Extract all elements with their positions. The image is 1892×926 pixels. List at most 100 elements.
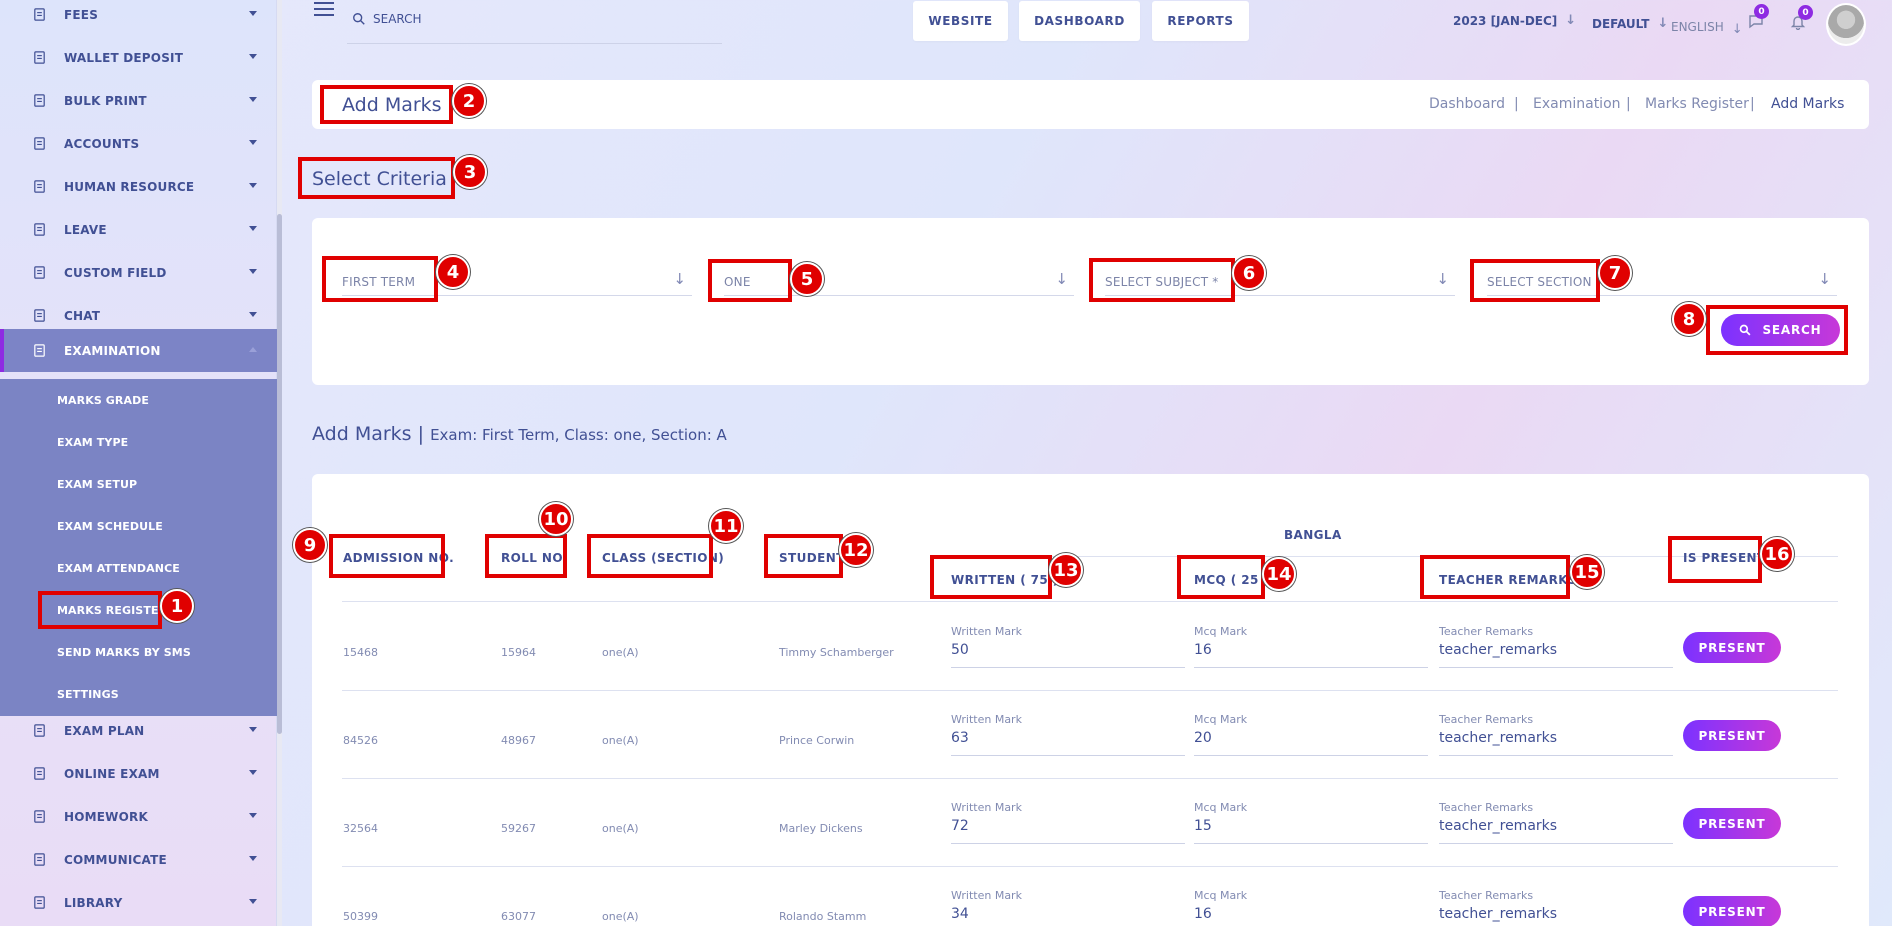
submenu-exam-attendance[interactable]: EXAM ATTENDANCE bbox=[57, 562, 180, 575]
table-header-divider bbox=[342, 601, 1838, 602]
sidebar-scroll-thumb[interactable] bbox=[277, 214, 282, 734]
teacher-remarks-underline bbox=[1439, 755, 1673, 756]
reports-button[interactable]: REPORTS bbox=[1152, 1, 1249, 41]
sidebar-item-label: EXAM PLAN bbox=[64, 723, 145, 738]
written-mark-input[interactable]: 50 bbox=[951, 642, 969, 658]
submenu-send-marks-by-sms[interactable]: SEND MARKS BY SMS bbox=[57, 646, 191, 659]
mcq-mark-input[interactable]: 15 bbox=[1194, 818, 1212, 834]
breadcrumb-dashboard[interactable]: Dashboard bbox=[1429, 96, 1505, 112]
breadcrumb-add-marks: Add Marks bbox=[1771, 96, 1845, 112]
written-mark-label: Written Mark bbox=[951, 625, 1022, 638]
sidebar-item-label: HOMEWORK bbox=[64, 809, 148, 824]
sidebar-item-label: FEES bbox=[64, 7, 99, 22]
highlight-box bbox=[1470, 259, 1600, 302]
highlight-box bbox=[587, 534, 713, 578]
arrow-down-icon: ↓ bbox=[1818, 270, 1831, 288]
sidebar-item-label: LEAVE bbox=[64, 222, 107, 237]
class-section-cell: one(A) bbox=[602, 822, 639, 835]
website-button[interactable]: WEBSITE bbox=[913, 1, 1008, 41]
written-mark-underline bbox=[951, 667, 1185, 668]
highlight-box bbox=[1420, 555, 1570, 599]
examination-submenu: MARKS GRADE EXAM TYPE EXAM SETUP EXAM SC… bbox=[0, 379, 277, 716]
sidebar-item-bulk-print[interactable]: BULK PRINT bbox=[0, 79, 277, 122]
annotation-number: 16 bbox=[1760, 537, 1794, 571]
submenu-exam-setup[interactable]: EXAM SETUP bbox=[57, 478, 137, 491]
written-mark-label: Written Mark bbox=[951, 801, 1022, 814]
written-mark-input[interactable]: 63 bbox=[951, 730, 969, 746]
submenu-exam-type[interactable]: EXAM TYPE bbox=[57, 436, 128, 449]
messages-badge: 0 bbox=[1754, 4, 1769, 19]
breadcrumb-marks-register[interactable]: Marks Register bbox=[1645, 96, 1749, 112]
sidebar-item-library[interactable]: LIBRARY bbox=[0, 881, 277, 924]
written-mark-input[interactable]: 72 bbox=[951, 818, 969, 834]
highlight-box bbox=[1706, 305, 1848, 355]
submenu-marks-grade[interactable]: MARKS GRADE bbox=[57, 394, 149, 407]
teacher-remarks-input[interactable]: teacher_remarks bbox=[1439, 642, 1557, 658]
admission-no-cell: 15468 bbox=[343, 646, 378, 659]
sidebar-item-online-exam[interactable]: ONLINE EXAM bbox=[0, 752, 277, 795]
annotation-number: 12 bbox=[839, 533, 873, 567]
mcq-mark-input[interactable]: 16 bbox=[1194, 906, 1212, 922]
mcq-mark-label: Mcq Mark bbox=[1194, 625, 1248, 638]
sidebar-item-accounts[interactable]: ACCOUNTS bbox=[0, 122, 277, 165]
annotation-number: 9 bbox=[293, 528, 327, 562]
language-select[interactable]: ENGLISH ↓ bbox=[1671, 16, 1743, 38]
theme-select[interactable]: DEFAULT ↓ bbox=[1592, 16, 1668, 31]
sidebar-item-communicate[interactable]: COMMUNICATE bbox=[0, 838, 277, 881]
sidebar-item-examination[interactable]: EXAMINATION bbox=[0, 329, 277, 372]
student-name-cell: Timmy Schamberger bbox=[779, 646, 894, 659]
present-toggle-button[interactable]: PRESENT bbox=[1683, 896, 1781, 926]
sidebar-scrollbar[interactable] bbox=[277, 0, 282, 926]
sidebar-item-leave[interactable]: LEAVE bbox=[0, 208, 277, 251]
present-toggle-button[interactable]: PRESENT bbox=[1683, 632, 1781, 663]
teacher-remarks-label: Teacher Remarks bbox=[1439, 889, 1534, 902]
breadcrumb-examination[interactable]: Examination bbox=[1533, 96, 1621, 112]
arrow-down-icon: ↓ bbox=[1436, 270, 1449, 288]
session-select[interactable]: 2023 [JAN-DEC] ↓ bbox=[1453, 13, 1576, 28]
student-name-cell: Marley Dickens bbox=[779, 822, 863, 835]
chevron-down-icon bbox=[249, 312, 257, 317]
teacher-remarks-underline bbox=[1439, 667, 1673, 668]
fees-icon bbox=[30, 7, 48, 23]
teacher-remarks-input[interactable]: teacher_remarks bbox=[1439, 906, 1557, 922]
sidebar-item-custom-field[interactable]: CUSTOM FIELD bbox=[0, 251, 277, 294]
dashboard-button[interactable]: DASHBOARD bbox=[1019, 1, 1140, 41]
sidebar-item-homework[interactable]: HOMEWORK bbox=[0, 795, 277, 838]
chevron-down-icon bbox=[249, 183, 257, 188]
teacher-remarks-input[interactable]: teacher_remarks bbox=[1439, 730, 1557, 746]
admission-no-cell: 50399 bbox=[343, 910, 378, 923]
sidebar-item-fees[interactable]: FEES bbox=[0, 0, 277, 36]
mcq-mark-input[interactable]: 20 bbox=[1194, 730, 1212, 746]
mcq-mark-label: Mcq Mark bbox=[1194, 889, 1248, 902]
sidebar-item-label: LIBRARY bbox=[64, 895, 123, 910]
highlight-box bbox=[298, 157, 455, 199]
submenu-settings[interactable]: SETTINGS bbox=[57, 688, 119, 701]
sidebar-item-exam-plan[interactable]: EXAM PLAN bbox=[0, 709, 277, 752]
chevron-down-icon bbox=[249, 226, 257, 231]
search-input[interactable] bbox=[373, 9, 673, 29]
highlight-box bbox=[320, 85, 453, 124]
sidebar-item-label: EXAMINATION bbox=[64, 343, 161, 358]
hamburger-menu-icon[interactable] bbox=[314, 2, 334, 18]
search-bar bbox=[347, 8, 722, 44]
mcq-mark-input[interactable]: 16 bbox=[1194, 642, 1212, 658]
sidebar-item-label: COMMUNICATE bbox=[64, 852, 167, 867]
user-avatar[interactable] bbox=[1826, 3, 1866, 46]
teacher-remarks-input[interactable]: teacher_remarks bbox=[1439, 818, 1557, 834]
submenu-exam-schedule[interactable]: EXAM SCHEDULE bbox=[57, 520, 163, 533]
arrow-down-icon: ↓ bbox=[673, 270, 686, 288]
sidebar-item-human-resource[interactable]: HUMAN RESOURCE bbox=[0, 165, 277, 208]
annotation-number: 4 bbox=[436, 255, 470, 289]
mcq-mark-label: Mcq Mark bbox=[1194, 713, 1248, 726]
present-toggle-button[interactable]: PRESENT bbox=[1683, 720, 1781, 751]
sidebar-item-label: ONLINE EXAM bbox=[64, 766, 160, 781]
annotation-number: 3 bbox=[453, 155, 487, 189]
roll-no-cell: 15964 bbox=[501, 646, 536, 659]
roll-no-cell: 48967 bbox=[501, 734, 536, 747]
highlight-box bbox=[1668, 536, 1762, 583]
annotation-number: 13 bbox=[1049, 553, 1083, 587]
marks-heading: Add Marks | Exam: First Term, Class: one… bbox=[312, 423, 727, 445]
present-toggle-button[interactable]: PRESENT bbox=[1683, 808, 1781, 839]
written-mark-input[interactable]: 34 bbox=[951, 906, 969, 922]
sidebar-item-wallet-deposit[interactable]: WALLET DEPOSIT bbox=[0, 36, 277, 79]
